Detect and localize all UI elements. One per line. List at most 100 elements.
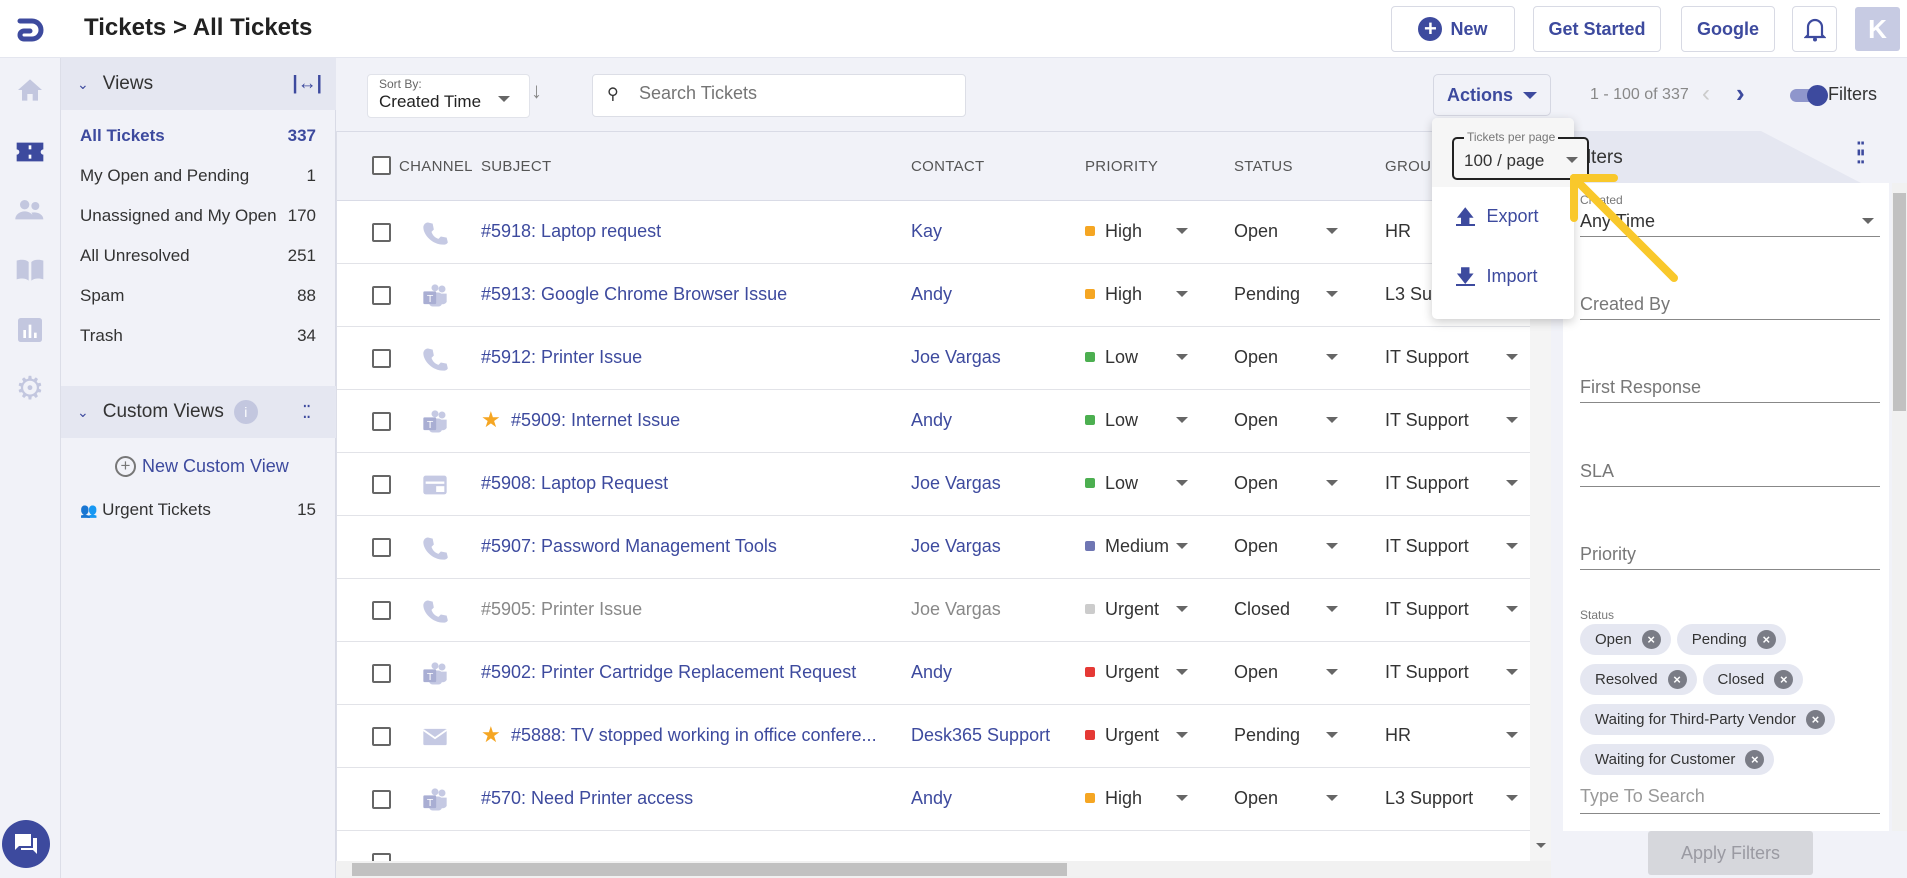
caret-down-icon[interactable] (1506, 606, 1518, 612)
ticket-subject-link[interactable]: #570: Need Printer access (481, 788, 693, 809)
get-started-button[interactable]: Get Started (1533, 6, 1661, 52)
caret-down-icon[interactable] (1326, 417, 1338, 423)
contacts-icon[interactable] (14, 194, 46, 226)
caret-down-icon[interactable] (1326, 669, 1338, 675)
drag-handle-icon[interactable]: ⁚⁚ ⁚⁚ (1856, 140, 1870, 166)
caret-down-icon[interactable] (1326, 543, 1338, 549)
caret-down-icon[interactable] (1326, 606, 1338, 612)
notifications-button[interactable] (1792, 6, 1837, 52)
caret-down-icon[interactable] (1506, 417, 1518, 423)
sla-field[interactable]: SLA (1580, 453, 1880, 487)
import-menu-item[interactable]: 🡇 Import (1456, 266, 1538, 287)
ticket-subject-link[interactable]: #5907: Password Management Tools (481, 536, 777, 557)
caret-down-icon[interactable] (1326, 795, 1338, 801)
ticket-contact-link[interactable]: Joe Vargas (911, 473, 1001, 494)
caret-down-icon[interactable] (1176, 417, 1188, 423)
row-checkbox[interactable] (372, 601, 391, 620)
group-select[interactable]: IT Support (1385, 347, 1469, 368)
info-icon[interactable]: i (233, 400, 258, 424)
ticket-contact-link[interactable]: Joe Vargas (911, 347, 1001, 368)
star-icon[interactable]: ★ (481, 722, 501, 748)
scrollbar-thumb[interactable] (1893, 193, 1906, 411)
settings-icon[interactable]: ⚙ (14, 372, 46, 404)
remove-chip-icon[interactable]: × (1641, 630, 1661, 649)
sort-direction-arrow-icon[interactable]: ↓ (531, 78, 542, 104)
table-row[interactable]: #5918: Laptop request Kay High Open HR (337, 201, 1531, 264)
tickets-icon[interactable] (14, 136, 46, 168)
export-menu-item[interactable]: 🡅 Export (1456, 206, 1539, 227)
next-page-icon[interactable]: › (1736, 78, 1745, 109)
priority-field[interactable]: Priority (1580, 536, 1880, 570)
search-box[interactable]: ⚲ (592, 74, 966, 117)
caret-down-icon[interactable] (1506, 480, 1518, 486)
select-all-checkbox[interactable] (372, 156, 391, 175)
group-select[interactable]: HR (1385, 725, 1411, 746)
ticket-contact-link[interactable]: Andy (911, 662, 952, 683)
caret-down-icon[interactable] (1176, 543, 1188, 549)
scroll-down-arrow-icon[interactable] (1536, 843, 1546, 848)
view-item[interactable]: My Open and Pending 1 (80, 166, 316, 186)
caret-down-icon[interactable] (1326, 228, 1338, 234)
caret-down-icon[interactable] (1176, 606, 1188, 612)
status-select[interactable]: Open (1234, 221, 1278, 242)
row-checkbox[interactable] (372, 412, 391, 431)
view-item[interactable]: Trash 34 (80, 326, 316, 346)
desk365-logo-icon[interactable] (14, 13, 46, 45)
status-select[interactable]: Open (1234, 536, 1278, 557)
table-row[interactable]: #5912: Printer Issue Joe Vargas Low Open… (337, 327, 1531, 390)
created-by-field[interactable]: Created By (1580, 286, 1880, 320)
caret-down-icon[interactable] (1506, 669, 1518, 675)
search-input[interactable] (639, 83, 939, 104)
reports-icon[interactable] (14, 314, 46, 346)
star-icon[interactable]: ★ (481, 407, 501, 433)
caret-down-icon[interactable] (1176, 669, 1188, 675)
caret-down-icon[interactable] (1506, 543, 1518, 549)
remove-chip-icon[interactable]: × (1756, 630, 1776, 649)
priority-select[interactable]: Medium (1085, 536, 1169, 557)
ticket-contact-link[interactable]: Kay (911, 221, 942, 242)
caret-down-icon[interactable] (1176, 228, 1188, 234)
header-channel[interactable]: CHANNEL (399, 158, 473, 175)
previous-page-icon[interactable]: ‹ (1702, 80, 1710, 108)
status-select[interactable]: Open (1234, 788, 1278, 809)
new-custom-view-button[interactable]: + New Custom View (115, 456, 289, 477)
priority-select[interactable]: Low (1085, 473, 1138, 494)
first-response-field[interactable]: First Response (1580, 369, 1880, 403)
row-checkbox[interactable] (372, 223, 391, 242)
filters-scrollbar[interactable] (1892, 183, 1907, 831)
status-select[interactable]: Open (1234, 473, 1278, 494)
caret-down-icon[interactable] (1176, 795, 1188, 801)
table-row[interactable]: T #5902: Printer Cartridge Replacement R… (337, 642, 1531, 705)
row-checkbox[interactable] (372, 790, 391, 809)
view-item[interactable]: All Unresolved 251 (80, 246, 316, 266)
row-checkbox[interactable] (372, 538, 391, 557)
ticket-contact-link[interactable]: Andy (911, 788, 952, 809)
ticket-contact-link[interactable]: Andy (911, 410, 952, 431)
view-item[interactable]: Unassigned and My Open 170 (80, 206, 316, 226)
home-icon[interactable] (14, 74, 46, 106)
sort-by-select[interactable]: Sort By: Created Time (367, 74, 530, 118)
status-select[interactable]: Closed (1234, 599, 1290, 620)
ticket-subject-link[interactable]: #5888: TV stopped working in office conf… (511, 725, 877, 746)
group-select[interactable]: IT Support (1385, 662, 1469, 683)
priority-select[interactable]: Low (1085, 347, 1138, 368)
header-subject[interactable]: SUBJECT (481, 158, 551, 175)
status-select[interactable]: Pending (1234, 725, 1300, 746)
table-row[interactable]: #5905: Printer Issue Joe Vargas Urgent C… (337, 579, 1531, 642)
drag-handle-icon[interactable]: ⁚⁚ (302, 403, 316, 421)
status-select[interactable]: Open (1234, 347, 1278, 368)
knowledge-base-icon[interactable] (14, 254, 46, 286)
priority-select[interactable]: Low (1085, 410, 1138, 431)
status-search-input[interactable]: Type To Search (1580, 780, 1880, 814)
group-select[interactable]: IT Support (1385, 599, 1469, 620)
remove-chip-icon[interactable]: × (1805, 710, 1825, 729)
ticket-contact-link[interactable]: Desk365 Support (911, 725, 1050, 746)
new-button[interactable]: + New (1391, 6, 1515, 52)
ticket-subject-link[interactable]: #5908: Laptop Request (481, 473, 668, 494)
header-contact[interactable]: CONTACT (911, 158, 984, 175)
caret-down-icon[interactable] (1176, 291, 1188, 297)
table-row[interactable]: ★ #5888: TV stopped working in office co… (337, 705, 1531, 768)
group-select[interactable]: HR (1385, 221, 1411, 242)
ticket-subject-link[interactable]: #5902: Printer Cartridge Replacement Req… (481, 662, 856, 683)
remove-chip-icon[interactable]: × (1667, 670, 1687, 689)
